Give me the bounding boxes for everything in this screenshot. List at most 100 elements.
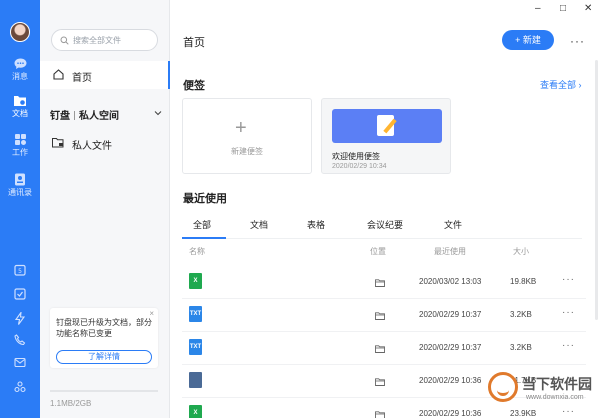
sidebar-group-dingpan[interactable]: 钉盘 私人空间 [50, 107, 119, 122]
tab-all[interactable]: 全部 [193, 218, 211, 231]
row-more-icon[interactable]: ··· [562, 340, 575, 351]
folder-icon[interactable] [375, 378, 385, 386]
contacts-icon [15, 173, 25, 186]
rail-label: 消息 [12, 72, 28, 81]
folder-icon[interactable] [375, 312, 385, 320]
column-header-recent[interactable]: 最近使用 [434, 246, 466, 257]
document-icon [14, 96, 26, 106]
tab-documents[interactable]: 文档 [250, 218, 268, 231]
tab-sheets[interactable]: 表格 [307, 218, 325, 231]
maximize-button[interactable]: □ [560, 3, 566, 14]
recent-section-title: 最近使用 [183, 193, 227, 205]
sidebar-item-label: 首页 [72, 73, 92, 84]
close-window-button[interactable]: ✕ [584, 3, 592, 14]
tab-files[interactable]: 文件 [444, 218, 462, 231]
file-file-icon [189, 372, 202, 388]
watermark-url: www.downxia.com [526, 394, 584, 401]
divider [74, 111, 75, 120]
tab-meeting-notes[interactable]: 会议纪要 [367, 218, 403, 231]
mail-icon [14, 357, 26, 368]
notes-section-title: 便签 [183, 80, 205, 92]
row-recent-date: 2020/02/29 10:36 [419, 409, 482, 418]
phone-icon [14, 334, 26, 346]
new-note-card[interactable]: + 新建便签 [182, 98, 312, 174]
rail-item-contacts[interactable]: 通讯录 [0, 173, 40, 198]
row-size: 3.2KB [510, 310, 532, 319]
txt-file-icon: TXT [189, 339, 202, 355]
svg-text:5: 5 [18, 268, 22, 275]
upgrade-notice: × 钉盘现已升级为文档，部分功能名称已变更 了解详情 [50, 308, 158, 368]
watermark-text: 当下软件园 [522, 376, 592, 392]
active-tab-indicator [182, 237, 226, 239]
site-watermark: 当下软件园 www.downxia.com [488, 370, 598, 418]
minimize-button[interactable]: – [535, 3, 541, 14]
private-folder-icon [52, 138, 64, 148]
rail-ding[interactable] [0, 312, 40, 325]
see-all-link[interactable]: 查看全部 › [540, 78, 582, 91]
row-recent-date: 2020/02/29 10:36 [419, 376, 482, 385]
excel-file-icon: X [189, 273, 202, 289]
scrollbar[interactable] [595, 60, 598, 320]
group-label-left: 钉盘 [50, 111, 70, 122]
avatar[interactable] [10, 22, 30, 42]
excel-file-icon: X [189, 405, 202, 418]
upgrade-notice-text: 钉盘现已升级为文档，部分功能名称已变更 [56, 318, 152, 338]
calendar-icon: 5 [14, 264, 26, 276]
check-icon [14, 288, 26, 300]
row-size: 19.8KB [510, 277, 537, 286]
more-options-icon[interactable]: ··· [570, 34, 585, 48]
note-title: 欢迎使用便签 [332, 152, 380, 161]
folder-icon[interactable] [375, 279, 385, 287]
work-icon [14, 134, 26, 145]
rail-label: 文档 [12, 109, 28, 118]
note-date: 2020/02/29 10:34 [332, 163, 387, 170]
row-size: 3.2KB [510, 343, 532, 352]
row-more-icon[interactable]: ··· [562, 307, 575, 318]
bolt-icon [14, 312, 26, 325]
row-recent-date: 2020/03/02 13:03 [419, 277, 482, 286]
rail-item-documents[interactable]: 文档 [0, 94, 40, 119]
note-card[interactable]: 欢迎使用便签 2020/02/29 10:34 [321, 98, 451, 174]
note-thumbnail [332, 109, 442, 143]
folder-icon[interactable] [375, 345, 385, 353]
column-header-location[interactable]: 位置 [370, 246, 386, 257]
sidebar-item-home[interactable]: 首页 [40, 61, 170, 89]
table-row[interactable]: TXT 2020/02/29 10:37 3.2KB ··· [182, 332, 586, 365]
recent-tabs: 全部 文档 表格 会议纪要 文件 [182, 213, 582, 239]
rail-todo[interactable] [0, 288, 40, 300]
table-row[interactable]: TXT 2020/02/29 10:37 3.2KB ··· [182, 299, 586, 332]
row-more-icon[interactable]: ··· [562, 274, 575, 285]
plus-icon: + [235, 117, 247, 139]
column-header-name[interactable]: 名称 [189, 246, 205, 257]
page-title: 首页 [183, 37, 205, 49]
search-icon [60, 36, 69, 45]
txt-file-icon: TXT [189, 306, 202, 322]
table-row[interactable]: X 2020/03/02 13:03 19.8KB ··· [182, 266, 586, 299]
rail-phone[interactable] [0, 334, 40, 346]
app-rail: 消息 文档 工作 通讯录 5 [0, 0, 40, 418]
sidebar-item-private-files[interactable]: 私人文件 [50, 136, 165, 152]
new-button[interactable]: + 新建 [502, 30, 554, 50]
column-header-size[interactable]: 大小 [513, 246, 529, 257]
group-label-right: 私人空间 [79, 111, 119, 122]
rail-apps[interactable] [0, 381, 40, 393]
storage-bar [50, 390, 158, 392]
new-note-label: 新建便签 [231, 147, 263, 156]
rail-calendar[interactable]: 5 [0, 264, 40, 276]
watermark-logo [488, 372, 518, 402]
folder-icon[interactable] [375, 411, 385, 418]
search-input[interactable]: 搜索全部文件 [51, 29, 158, 51]
row-recent-date: 2020/02/29 10:37 [419, 310, 482, 319]
chevron-down-icon[interactable] [154, 110, 162, 116]
sidebar-item-label: 私人文件 [72, 141, 112, 152]
rail-item-messages[interactable]: 消息 [0, 58, 40, 82]
rail-label: 工作 [12, 148, 28, 157]
rail-item-work[interactable]: 工作 [0, 133, 40, 158]
rail-mail[interactable] [0, 357, 40, 368]
storage-usage: 1.1MB/2GB [50, 399, 92, 408]
learn-more-button[interactable]: 了解详情 [56, 350, 152, 364]
search-placeholder: 搜索全部文件 [73, 36, 121, 45]
apps-icon [14, 381, 26, 393]
row-recent-date: 2020/02/29 10:37 [419, 343, 482, 352]
chat-icon [14, 58, 26, 69]
